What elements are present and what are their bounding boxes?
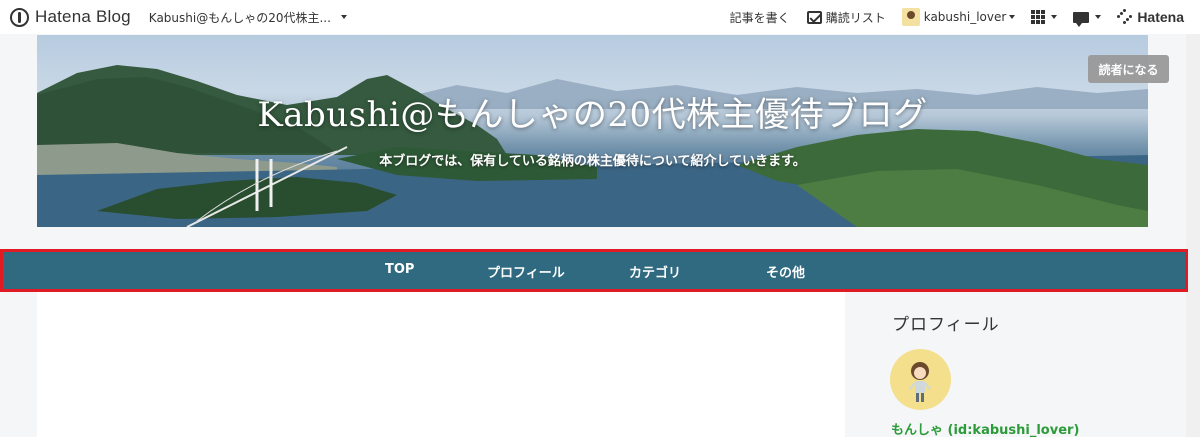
nav-item-other[interactable]: その他 bbox=[766, 262, 805, 281]
user-menu[interactable]: kabushi_lover bbox=[901, 8, 1016, 26]
write-article-label: 記事を書く bbox=[729, 10, 790, 25]
profile-name-link[interactable]: もんしゃ (id:kabushi_lover) bbox=[891, 419, 1079, 437]
global-header-bar: Hatena Blog Kabushi@もんしゃの20代株主... 記事を書く … bbox=[0, 0, 1200, 34]
subscribe-button[interactable]: 読者になる bbox=[1088, 55, 1169, 83]
blog-description: 本ブログでは、保有している銘柄の株主優待について紹介していきます。 bbox=[379, 154, 806, 169]
page-scrollbar[interactable] bbox=[1186, 34, 1200, 437]
subscriptions-link[interactable]: 購読リスト bbox=[806, 9, 886, 26]
subscriptions-label: 購読リスト bbox=[825, 10, 886, 25]
user-avatar-icon bbox=[901, 8, 920, 26]
hatena-dots-icon bbox=[1117, 9, 1133, 25]
profile-module-title: プロフィール bbox=[892, 315, 1000, 335]
blog-selector-label: Kabushi@もんしゃの20代株主... bbox=[148, 10, 331, 25]
hatena-brand-label: Hatena bbox=[1137, 9, 1184, 25]
nav-item-top[interactable]: TOP bbox=[385, 262, 414, 277]
hatena-link[interactable]: Hatena bbox=[1117, 9, 1184, 25]
user-name: kabushi_lover bbox=[923, 10, 1007, 24]
hatena-blog-logo[interactable]: Hatena Blog bbox=[10, 7, 131, 27]
sidebar: プロフィール もんしゃ (id:kabushi_lover) bbox=[845, 292, 1148, 437]
blog-header-banner: Kabushi@もんしゃの20代株主優待ブログ 本ブログでは、保有している銘柄の… bbox=[37, 35, 1148, 227]
blog-title[interactable]: Kabushi@もんしゃの20代株主優待ブログ bbox=[37, 87, 1148, 136]
chevron-down-icon bbox=[1095, 15, 1102, 19]
write-article-link[interactable]: 記事を書く bbox=[730, 9, 790, 26]
chevron-down-icon bbox=[1009, 15, 1016, 19]
nav-item-category[interactable]: カテゴリ bbox=[629, 262, 681, 281]
apps-grid-icon bbox=[1031, 10, 1046, 24]
logo-text: Hatena Blog bbox=[35, 7, 131, 26]
global-navigation-bar: TOP プロフィール カテゴリ その他 bbox=[3, 252, 1185, 289]
chevron-down-icon bbox=[340, 15, 347, 19]
avatar-character-icon bbox=[909, 362, 931, 402]
subscription-box-icon bbox=[806, 10, 822, 24]
notifications-menu[interactable] bbox=[1073, 11, 1102, 27]
main-content-area bbox=[37, 292, 845, 437]
chevron-down-icon bbox=[1051, 15, 1058, 19]
hatena-blog-logo-icon bbox=[10, 7, 29, 27]
apps-menu[interactable] bbox=[1031, 10, 1058, 24]
profile-avatar[interactable] bbox=[890, 349, 951, 410]
nav-item-profile[interactable]: プロフィール bbox=[487, 262, 565, 281]
message-bubble-icon bbox=[1073, 11, 1090, 27]
blog-selector-dropdown[interactable]: Kabushi@もんしゃの20代株主... bbox=[149, 9, 347, 26]
